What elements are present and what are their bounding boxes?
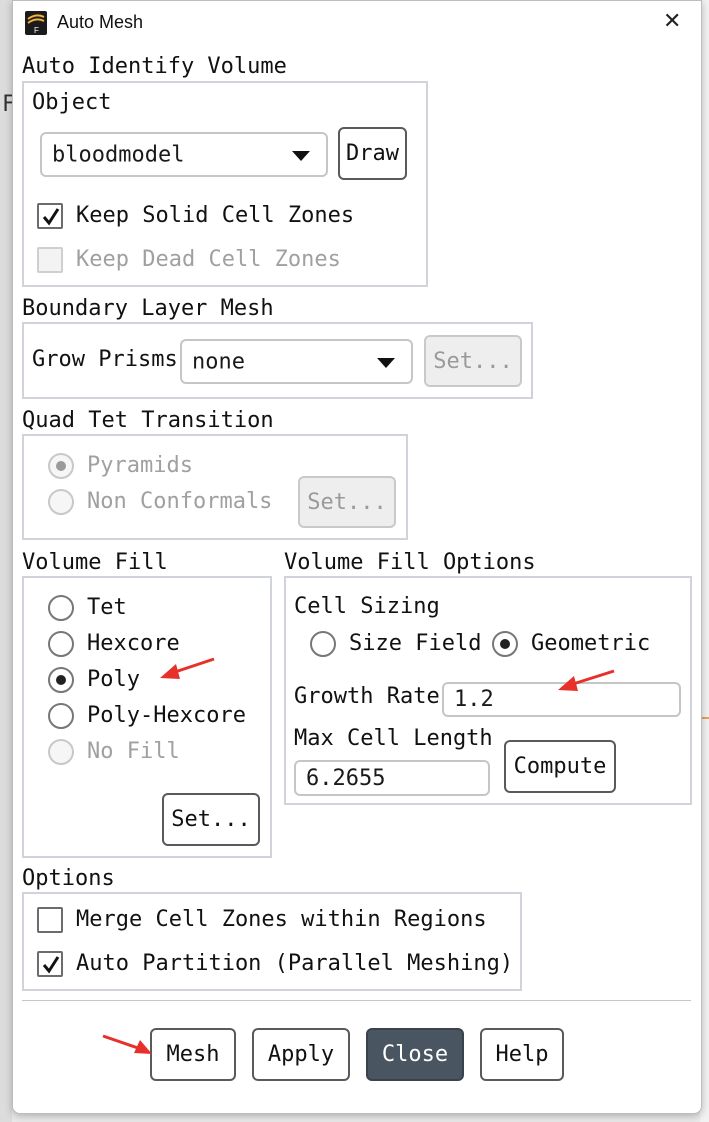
- arrow-icon-poly: [160, 657, 215, 679]
- arrow-icon-growth-rate: [558, 669, 615, 691]
- annotation-arrows: [102, 657, 615, 1054]
- arrow-icon-mesh: [102, 1034, 152, 1054]
